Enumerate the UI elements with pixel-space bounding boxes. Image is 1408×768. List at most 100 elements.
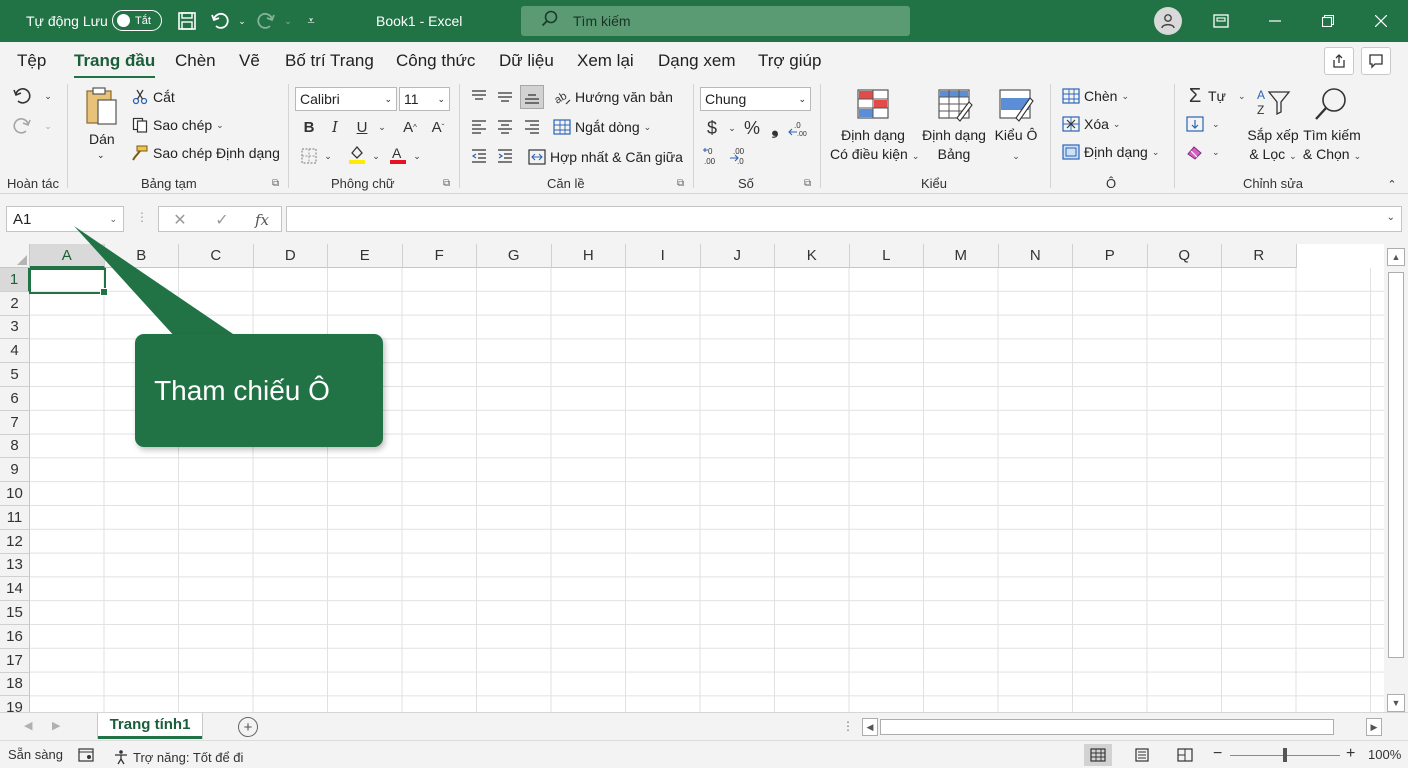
collapse-ribbon-icon[interactable]: ⌃ (1380, 172, 1404, 196)
row-header-6[interactable]: 6 (0, 387, 30, 411)
font-name-select[interactable]: Calibri ⌄ (295, 87, 397, 111)
clear-button[interactable]: ⌄ (1185, 142, 1220, 162)
undo-icon[interactable] (208, 9, 232, 33)
minimize-icon[interactable] (1252, 0, 1298, 42)
close-icon[interactable] (1358, 0, 1404, 42)
delete-cells-button[interactable]: Xóa ⌄ (1061, 114, 1120, 134)
row-header-5[interactable]: 5 (0, 363, 30, 387)
search-input[interactable] (573, 13, 873, 29)
column-header-r[interactable]: R (1222, 244, 1297, 268)
font-color-dropdown-icon[interactable]: ⌄ (405, 144, 429, 168)
select-all-button[interactable] (0, 244, 30, 268)
customize-qat-icon[interactable]: ⩡ (299, 9, 323, 33)
scroll-left-icon[interactable]: ◀ (862, 718, 878, 736)
undo-ribbon-dropdown-icon[interactable]: ⌄ (36, 84, 60, 108)
decrease-font-icon[interactable]: Aˇ (426, 115, 450, 139)
zoom-level[interactable]: 100% (1368, 747, 1401, 762)
merge-center-button[interactable]: Hợp nhất & Căn giữa (527, 147, 683, 167)
increase-decimal-icon[interactable]: 0.00 (700, 144, 724, 168)
increase-font-icon[interactable]: A ^ (398, 115, 422, 139)
wrap-text-button[interactable]: Ngắt dòng ⌄ (552, 117, 651, 137)
cancel-icon[interactable]: ✕ (167, 209, 193, 231)
row-header-8[interactable]: 8 (0, 434, 30, 459)
zoom-out-icon[interactable]: − (1213, 745, 1222, 763)
undo-ribbon-icon[interactable] (10, 84, 34, 108)
row-header-12[interactable]: 12 (0, 529, 30, 554)
active-cell-a1[interactable] (29, 268, 108, 296)
tab-home[interactable]: Trang đầu (74, 51, 156, 79)
column-header-h[interactable]: H (551, 244, 626, 268)
share-icon[interactable] (1324, 47, 1354, 75)
tab-help[interactable]: Trợ giúp (758, 51, 821, 71)
row-header-14[interactable]: 14 (0, 577, 30, 602)
align-top-icon[interactable] (467, 85, 491, 109)
sheet-prev-icon[interactable]: ◀ (24, 719, 32, 732)
autosave-toggle[interactable]: Tắt (112, 10, 162, 31)
column-header-g[interactable]: G (477, 244, 552, 268)
borders-dropdown-icon[interactable]: ⌄ (316, 144, 340, 168)
format-painter-button[interactable]: Sao chép Định dạng (130, 143, 280, 163)
row-header-18[interactable]: 18 (0, 672, 30, 697)
row-header-3[interactable]: 3 (0, 315, 30, 340)
zoom-in-icon[interactable]: + (1346, 745, 1355, 763)
column-header-k[interactable]: K (775, 244, 850, 268)
column-header-d[interactable]: D (253, 244, 328, 268)
column-header-j[interactable]: J (700, 244, 775, 268)
paste-dropdown-icon[interactable]: ⌄ (97, 150, 105, 161)
redo-icon[interactable] (254, 9, 278, 33)
align-right-icon[interactable] (520, 115, 544, 139)
copy-button[interactable]: Sao chép ⌄ (130, 115, 224, 135)
conditional-formatting-button[interactable]: Định dạng Có điều kiện ⌄ (830, 126, 919, 166)
scroll-right-icon[interactable]: ▶ (1366, 718, 1382, 736)
row-header-17[interactable]: 17 (0, 648, 30, 673)
percent-icon[interactable]: % (740, 116, 764, 140)
align-center-icon[interactable] (493, 115, 517, 139)
find-select-button[interactable]: Tìm kiếm & Chọn ⌄ (1300, 126, 1364, 166)
bold-icon[interactable]: B (297, 115, 321, 139)
tab-view[interactable]: Dạng xem (658, 51, 735, 71)
format-as-table-button[interactable]: Định dạng Bảng (920, 126, 988, 164)
save-icon[interactable] (175, 9, 199, 33)
ribbon-display-icon[interactable] (1198, 0, 1244, 42)
sort-filter-icon[interactable]: AZ (1255, 86, 1291, 122)
row-header-9[interactable]: 9 (0, 458, 30, 483)
row-header-7[interactable]: 7 (0, 410, 30, 435)
column-header-f[interactable]: F (402, 244, 477, 268)
insert-function-icon[interactable]: fx (249, 209, 275, 231)
tab-formulas[interactable]: Công thức (396, 51, 475, 71)
column-header-m[interactable]: M (924, 244, 999, 268)
tab-review[interactable]: Xem lại (577, 51, 634, 71)
insert-cells-button[interactable]: Chèn ⌄ (1061, 86, 1129, 106)
tab-page-layout[interactable]: Bố trí Trang (285, 51, 374, 71)
align-bottom-icon[interactable] (520, 85, 544, 109)
format-cells-button[interactable]: Định dạng ⌄ (1061, 142, 1159, 162)
row-header-1[interactable]: 1 (0, 268, 30, 292)
font-launcher-icon[interactable]: ⧉ (443, 178, 450, 189)
underline-dropdown-icon[interactable]: ⌄ (370, 115, 394, 139)
conditional-formatting-icon[interactable] (856, 88, 892, 124)
horizontal-scrollbar[interactable]: ◀ ▶ (862, 718, 1384, 736)
find-select-icon[interactable] (1314, 86, 1350, 122)
row-header-11[interactable]: 11 (0, 506, 30, 530)
enter-icon[interactable]: ✓ (209, 209, 235, 231)
zoom-slider-thumb[interactable] (1283, 748, 1287, 762)
tab-data[interactable]: Dữ liệu (499, 51, 554, 71)
scroll-down-icon[interactable]: ▼ (1387, 694, 1405, 712)
fill-button[interactable]: ⌄ (1185, 114, 1220, 134)
expand-formula-bar-icon[interactable]: ⌄ (1387, 212, 1395, 223)
font-size-select[interactable]: 11 ⌄ (399, 87, 450, 111)
cell-styles-button[interactable]: Kiểu Ô ⌄ (994, 126, 1038, 166)
add-sheet-icon[interactable]: + (238, 717, 258, 737)
number-launcher-icon[interactable]: ⧉ (804, 178, 811, 189)
column-header-c[interactable]: C (179, 244, 254, 268)
tab-insert[interactable]: Chèn (175, 51, 216, 71)
page-break-view-icon[interactable] (1171, 744, 1199, 766)
row-header-19[interactable]: 19 (0, 696, 30, 712)
row-header-16[interactable]: 16 (0, 625, 30, 649)
decrease-decimal-icon[interactable]: .0.00 (786, 116, 810, 140)
column-header-p[interactable]: P (1073, 244, 1148, 268)
horizontal-scroll-thumb[interactable] (880, 719, 1334, 735)
column-header-e[interactable]: E (328, 244, 403, 268)
row-header-2[interactable]: 2 (0, 291, 30, 316)
alignment-launcher-icon[interactable]: ⧉ (677, 178, 684, 189)
